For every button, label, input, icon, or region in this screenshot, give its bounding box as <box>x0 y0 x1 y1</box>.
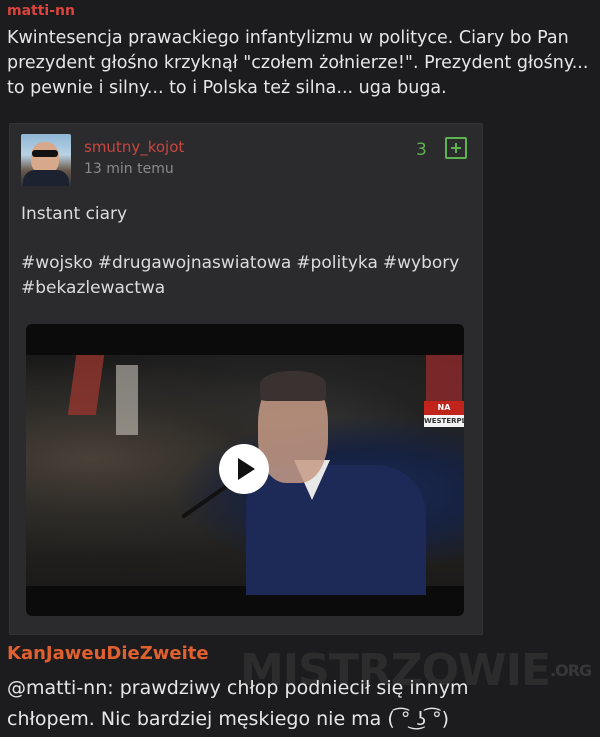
embed-text: Instant ciary <box>21 204 128 224</box>
comment-line: @matti-nn: prawdziwy chłop podniecił się… <box>7 677 469 699</box>
video-player[interactable]: NA WESTERPL <box>26 324 464 616</box>
comment-line: chłopem. Nic bardziej męskiego nie ma ( … <box>7 708 450 730</box>
avatar-body <box>23 170 69 186</box>
channel-tag: NA <box>424 401 464 415</box>
post-body: Kwintesencja prawackiego infantylizmu w … <box>7 26 597 101</box>
comment-body: @matti-nn: prawdziwy chłop podniecił się… <box>7 673 597 735</box>
post-line: Kwintesencja prawackiego infantylizmu w … <box>7 28 569 48</box>
play-icon[interactable] <box>219 444 269 494</box>
embed-timestamp: 13 min temu <box>84 161 174 177</box>
speaker-suit <box>246 465 426 595</box>
tag-list: #wojsko #drugawojnaswiatowa #polityka #wybo… <box>21 251 471 301</box>
tag-link[interactable]: #bekazlewactwa <box>21 278 165 298</box>
upvote-plus-icon[interactable] <box>445 137 467 159</box>
flag-shape <box>67 355 105 415</box>
comment-author[interactable]: KanJaweuDieZweite <box>7 643 209 664</box>
tag-link[interactable]: #drugawojnaswiatowa <box>98 253 292 273</box>
avatar-sunglasses <box>32 150 58 157</box>
tag-link[interactable]: #wojsko <box>21 253 93 273</box>
vote-count: 3 <box>416 140 427 160</box>
tag-link[interactable]: #wybory <box>383 253 459 273</box>
post-line: to pewnie i silny... to i Polska też sil… <box>7 78 447 98</box>
embed-author[interactable]: smutny_kojot <box>84 138 184 156</box>
flag-shape <box>116 365 138 435</box>
tag-link[interactable]: #polityka <box>296 253 378 273</box>
location-tag: WESTERPL <box>424 415 464 427</box>
embedded-entry-card: smutny_kojot 13 min temu 3 Instant ciary… <box>9 123 483 635</box>
post-line: prezydent głośno krzyknął "czołem żołnie… <box>7 53 589 73</box>
post-author[interactable]: matti-nn <box>7 3 75 19</box>
avatar[interactable] <box>21 134 71 186</box>
speaker-hair <box>260 371 326 401</box>
